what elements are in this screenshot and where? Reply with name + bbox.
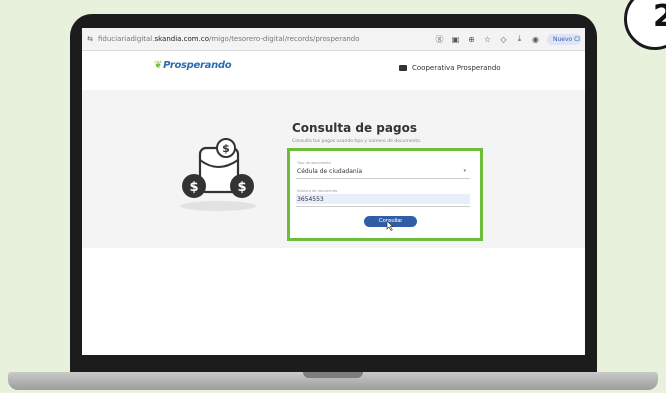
payment-query-form: Tipo de documento Cédula de ciudadanía ▾…	[287, 148, 483, 241]
doc-number-label: Número de documento	[297, 189, 338, 193]
page-title: Consulta de pagos	[292, 121, 417, 135]
chevron-down-icon: ▾	[463, 168, 466, 174]
browser-window: ⇆ fiduciariadigital.skandia.com.co/migo/…	[82, 28, 585, 355]
site-header: ❦Prosperando Cooperativa Prosperando	[82, 51, 585, 92]
url-host: skandia.com.co	[154, 35, 209, 43]
extensions-icon[interactable]: ◇	[499, 35, 508, 44]
screenshot-icon[interactable]: ▣	[451, 35, 460, 44]
browser-toolbar: ⓖ ▣ ⊕ ☆ ◇ ⤓ ◉ Nuevo Cl	[435, 33, 585, 45]
laptop-notch	[303, 372, 363, 378]
svg-text:$: $	[189, 180, 198, 195]
svg-text:$: $	[237, 180, 246, 195]
site-logo[interactable]: ❦Prosperando	[154, 60, 232, 71]
doc-type-select[interactable]: Tipo de documento Cédula de ciudadanía ▾	[296, 161, 470, 179]
page-subtitle: Consulta tus pagos usando tipo y número …	[292, 139, 422, 144]
laptop-base	[8, 372, 658, 390]
star-icon[interactable]: ☆	[483, 35, 492, 44]
main-section: $ $ $ Consulta de pagos Consulta tus pag…	[82, 90, 585, 248]
building-icon	[399, 65, 407, 71]
address-bar[interactable]: ⇆ fiduciariadigital.skandia.com.co/migo/…	[82, 28, 585, 51]
translate-icon[interactable]: ⓖ	[435, 34, 444, 45]
download-icon[interactable]: ⤓	[515, 34, 524, 44]
step-badge: 2	[624, 0, 666, 50]
doc-number-input[interactable]: Número de documento 3654553	[296, 189, 470, 207]
doc-type-value: Cédula de ciudadanía	[297, 168, 363, 175]
doc-number-value: 3654553	[297, 196, 324, 203]
org-name: Cooperativa Prosperando	[412, 64, 501, 72]
leaf-icon: ❦	[154, 60, 163, 71]
cursor-icon	[386, 221, 394, 231]
org-menu[interactable]: Cooperativa Prosperando	[399, 64, 501, 72]
step-number: 2	[653, 0, 666, 34]
money-wallet-icon: $ $ $	[180, 138, 256, 211]
doc-type-label: Tipo de documento	[297, 161, 331, 165]
account-icon[interactable]: ◉	[531, 35, 540, 44]
logo-text: Prosperando	[163, 60, 232, 71]
url-prefix: fiduciariadigital.	[98, 35, 155, 43]
zoom-icon[interactable]: ⊕	[467, 35, 476, 44]
tune-icon[interactable]: ⇆	[85, 35, 95, 43]
profile-button[interactable]: Nuevo Cl	[547, 33, 581, 45]
url-path: /migo/tesorero-digital/records/prosperan…	[208, 35, 360, 43]
svg-text:$: $	[222, 142, 230, 155]
url-text[interactable]: fiduciariadigital.skandia.com.co/migo/te…	[98, 35, 360, 43]
